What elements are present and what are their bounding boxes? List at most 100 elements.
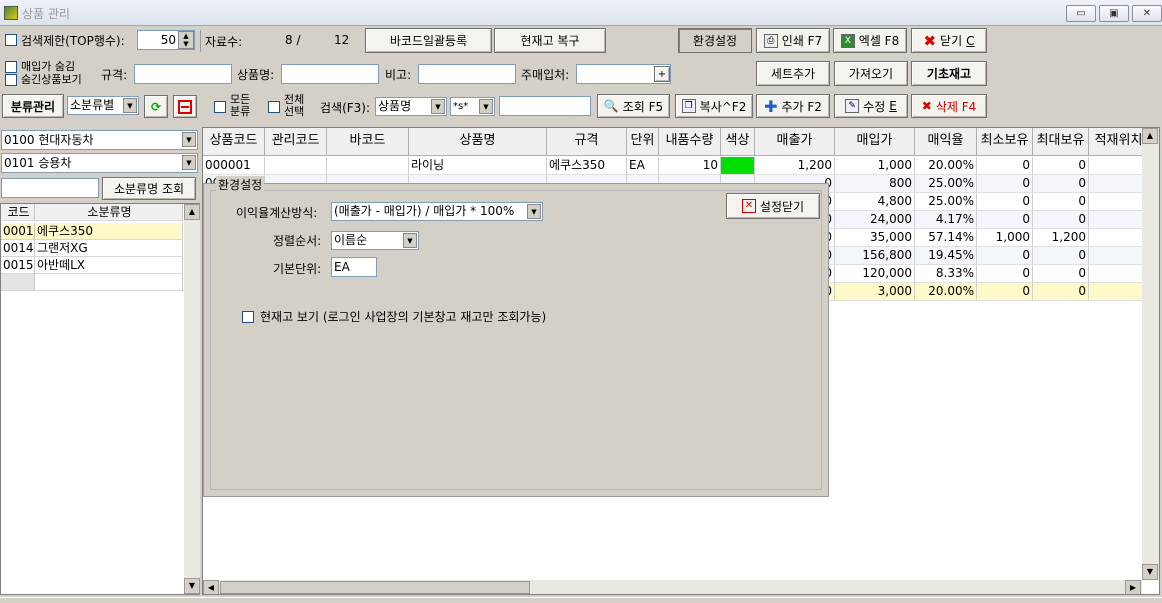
grid-cell-product-name[interactable]: 라이닝 <box>409 157 547 175</box>
grid-cell-margin-rate[interactable]: 25.00% <box>915 193 977 211</box>
set-add-button[interactable]: 세트추가 <box>756 61 830 86</box>
column-header-unit[interactable]: 단위 <box>627 128 659 156</box>
list-item-name[interactable]: 아반떼LX <box>35 257 183 274</box>
grid-cell-purchase-price[interactable]: 4,800 <box>835 193 915 211</box>
grid-cell-margin-rate[interactable]: 25.00% <box>915 175 977 193</box>
grid-cell-margin-rate[interactable]: 20.00% <box>915 283 977 301</box>
refresh-icon[interactable]: ⟳ <box>144 95 168 118</box>
column-header-min-stock[interactable]: 최소보유 <box>977 128 1033 156</box>
list-item-name[interactable]: 에쿠스350 <box>35 223 183 240</box>
grid-cell-location[interactable] <box>1089 229 1149 247</box>
minimize-button[interactable]: ▭ <box>1066 5 1096 22</box>
grid-cell-margin-rate[interactable]: 57.14% <box>915 229 977 247</box>
excel-button[interactable]: X 엑셀 F8 <box>833 28 907 53</box>
close-button[interactable]: ✖ 닫기 C <box>911 28 987 53</box>
settings-button[interactable]: 환경설정 <box>678 28 752 53</box>
settings-close-button[interactable]: ✕ 설정닫기 <box>726 193 820 219</box>
list-item-code[interactable]: 0014 <box>1 240 35 257</box>
maximize-button[interactable]: ▣ <box>1099 5 1129 22</box>
show-hidden-checkbox[interactable] <box>5 74 17 86</box>
grid-cell-max-stock[interactable]: 0 <box>1033 175 1089 193</box>
base-unit-input[interactable]: EA <box>331 257 377 277</box>
grid-cell-inner-qty[interactable]: 10 <box>659 157 721 175</box>
scroll-left-icon[interactable]: ◀ <box>203 580 219 594</box>
grid-cell-purchase-price[interactable]: 120,000 <box>835 265 915 283</box>
sort-order-combo[interactable]: 이름순 ▼ <box>331 231 419 250</box>
grid-cell-min-stock[interactable]: 0 <box>977 247 1033 265</box>
hscroll-thumb[interactable] <box>220 581 530 594</box>
stock-view-checkbox[interactable] <box>242 311 254 323</box>
hide-purchase-checkbox[interactable] <box>5 61 17 73</box>
scroll-down-icon[interactable]: ▼ <box>184 578 200 594</box>
grid-cell-mgmt-code[interactable] <box>265 157 327 175</box>
column-header-inner-qty[interactable]: 내품수량 <box>659 128 721 156</box>
subcategory-combo[interactable]: 소분류별 ▼ <box>67 96 139 115</box>
grid-cell-min-stock[interactable]: 0 <box>977 157 1033 175</box>
spec-input[interactable] <box>134 64 232 84</box>
grid-cell-purchase-price[interactable]: 800 <box>835 175 915 193</box>
grid-cell-location[interactable] <box>1089 265 1149 283</box>
grid-cell-max-stock[interactable]: 0 <box>1033 157 1089 175</box>
grid-cell-location[interactable] <box>1089 193 1149 211</box>
delete-button[interactable]: ✖ 삭제 F4 <box>911 94 987 118</box>
all-category-checkbox[interactable] <box>214 101 226 113</box>
grid-cell-margin-rate[interactable]: 19.45% <box>915 247 977 265</box>
grid-cell-purchase-price[interactable]: 1,000 <box>835 157 915 175</box>
grid-cell-purchase-price[interactable]: 156,800 <box>835 247 915 265</box>
column-header-color[interactable]: 색상 <box>721 128 755 156</box>
grid-cell-sale-price[interactable]: 1,200 <box>755 157 835 175</box>
barcode-bulk-button[interactable]: 바코드일괄등록 <box>365 28 492 53</box>
grid-cell-margin-rate[interactable]: 8.33% <box>915 265 977 283</box>
grid-cell-max-stock[interactable]: 0 <box>1033 193 1089 211</box>
grid-cell-min-stock[interactable]: 0 <box>977 265 1033 283</box>
base-stock-button[interactable]: 기초재고 <box>911 61 987 86</box>
search-limit-checkbox[interactable] <box>5 34 17 46</box>
column-header-location[interactable]: 적재위치 <box>1089 128 1149 156</box>
edit-button[interactable]: ✎ 수정 E <box>834 94 908 118</box>
search-input[interactable] <box>499 96 591 116</box>
scroll-up-icon[interactable]: ▲ <box>184 204 200 220</box>
grid-cell-min-stock[interactable]: 0 <box>977 211 1033 229</box>
grid-cell-product-code[interactable]: 000001 <box>203 157 265 175</box>
column-header-sale-price[interactable]: 매출가 <box>755 128 835 156</box>
category-combo-1[interactable]: 0100 현대자동차 ▼ <box>1 130 198 150</box>
column-header-max-stock[interactable]: 최대보유 <box>1033 128 1089 156</box>
category-management-button[interactable]: 분류관리 <box>2 94 64 118</box>
grid-cell-min-stock[interactable]: 0 <box>977 175 1033 193</box>
grid-cell-max-stock[interactable]: 0 <box>1033 283 1089 301</box>
print-button[interactable]: ⎙ 인쇄 F7 <box>756 28 830 53</box>
grid-cell-margin-rate[interactable]: 20.00% <box>915 157 977 175</box>
margin-method-combo[interactable]: (매출가 - 매입가) / 매입가 * 100% ▼ <box>331 202 543 221</box>
column-header-product-name[interactable]: 상품명 <box>409 128 547 156</box>
search-limit-spinner[interactable]: ▲ ▼ <box>178 31 194 49</box>
grid-cell-color[interactable] <box>721 157 755 175</box>
name-input[interactable] <box>281 64 379 84</box>
list-item-code[interactable]: 0001 <box>1 223 35 240</box>
column-header-margin-rate[interactable]: 매익율 <box>915 128 977 156</box>
column-header-product-code[interactable]: 상품코드 <box>203 128 265 156</box>
subcategory-lookup-button[interactable]: 소분류명 조회 <box>102 177 196 200</box>
column-header-mgmt-code[interactable]: 관리코드 <box>265 128 327 156</box>
grid-cell-min-stock[interactable]: 0 <box>977 283 1033 301</box>
grid-cell-max-stock[interactable]: 0 <box>1033 265 1089 283</box>
grid-cell-unit[interactable]: EA <box>627 157 659 175</box>
grid-vscrollbar[interactable]: ▲ ▼ <box>1142 128 1159 580</box>
grid-hscrollbar[interactable]: ◀ ▶ <box>203 580 1142 594</box>
grid-cell-max-stock[interactable]: 0 <box>1033 211 1089 229</box>
select-all-checkbox[interactable] <box>268 101 280 113</box>
search-mode-combo[interactable]: *s* ▼ <box>450 97 495 116</box>
add-button[interactable]: ✚ 추가 F2 <box>756 94 830 118</box>
list-item-code[interactable]: 0015 <box>1 257 35 274</box>
copy-button[interactable]: ❐ 복사^F2 <box>675 94 753 118</box>
search-field-combo[interactable]: 상품명 ▼ <box>375 97 447 116</box>
grid-cell-max-stock[interactable]: 1,200 <box>1033 229 1089 247</box>
grid-cell-location[interactable] <box>1089 247 1149 265</box>
column-header-barcode[interactable]: 바코드 <box>327 128 409 156</box>
column-header-purchase-price[interactable]: 매입가 <box>835 128 915 156</box>
category-combo-2[interactable]: 0101 승용차 ▼ <box>1 153 198 173</box>
restore-stock-button[interactable]: 현재고 복구 <box>494 28 606 53</box>
grid-cell-min-stock[interactable]: 0 <box>977 193 1033 211</box>
close-window-button[interactable]: ✕ <box>1132 5 1162 22</box>
grid-cell-barcode[interactable] <box>327 157 409 175</box>
grid-cell-location[interactable] <box>1089 211 1149 229</box>
